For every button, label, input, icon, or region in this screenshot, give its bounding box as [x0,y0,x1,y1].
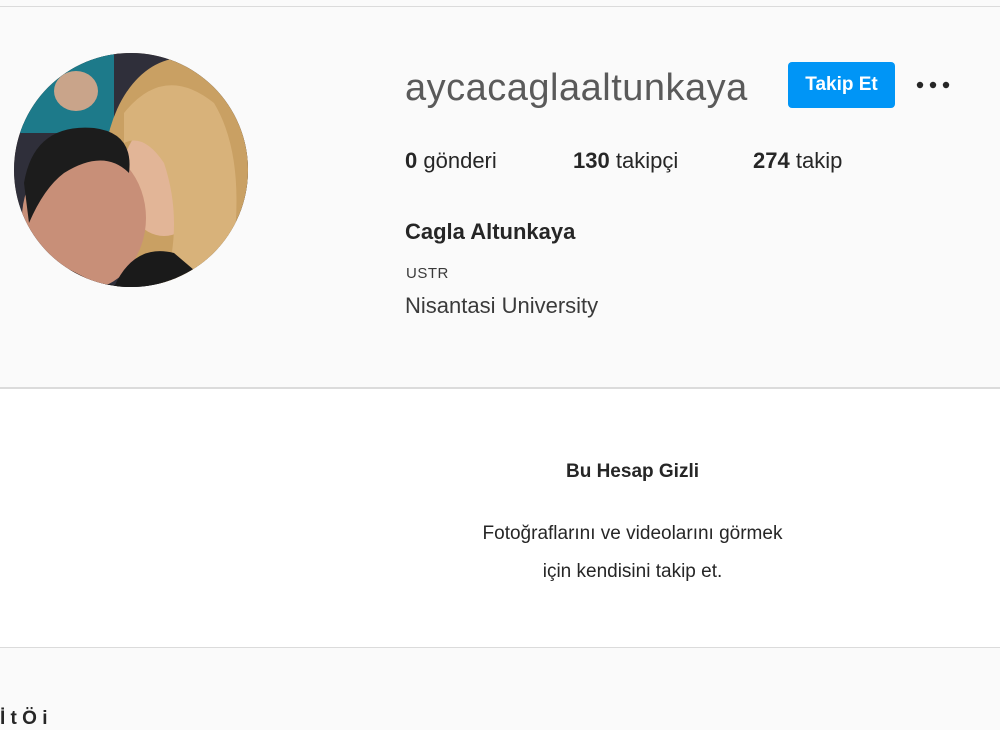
following-label: takip [795,148,843,173]
footer-partial-heading: İ t Ö i [0,708,48,729]
posts-label: gönderi [423,148,497,173]
panel-bottom-border [0,647,1000,648]
posts-count: 0 [405,148,418,173]
private-account-message: Fotoğraflarını ve videolarını görmek içi… [0,515,1000,591]
followers-label: takipçi [615,148,679,173]
profile-avatar[interactable] [14,53,248,287]
more-options-icon[interactable] [915,72,955,100]
followers-count: 130 [573,148,610,173]
profile-category: USTR [406,265,449,282]
profile-header: aycacaglaaltunkaya Takip Et 0 gönderi 13… [0,7,1000,387]
followers-stat[interactable]: 130 takipçi [573,148,678,174]
following-stat[interactable]: 274 takip [753,148,842,174]
following-count: 274 [753,148,790,173]
private-message-line1: Fotoğraflarını ve videolarını görmek [482,523,783,544]
private-message-line2: için kendisini takip et. [542,561,723,582]
private-account-title: Bu Hesap Gizli [565,461,700,482]
private-account-panel: Bu Hesap Gizli Fotoğraflarını ve videola… [0,389,1000,647]
avatar-photo [14,53,248,287]
profile-username: aycacaglaaltunkaya [405,67,748,109]
follow-button[interactable]: Takip Et [788,62,895,108]
profile-bio: Nisantasi University [405,293,599,318]
profile-full-name: Cagla Altunkaya [405,219,576,244]
posts-stat: 0 gönderi [405,148,497,174]
